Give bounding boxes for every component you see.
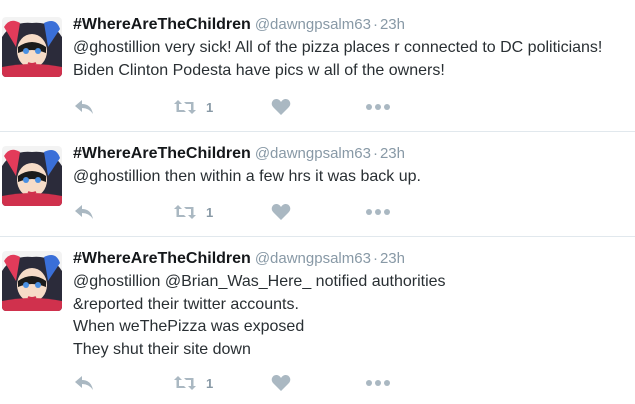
reply-icon: [75, 205, 93, 219]
reply-button[interactable]: [73, 372, 95, 394]
tweet-actions: 1: [73, 372, 413, 394]
retweet-count: 1: [206, 99, 214, 115]
tweet[interactable]: #WhereAreTheChildren @dawngpsalm63 · 23h @g…: [0, 144, 635, 224]
retweet-button[interactable]: 1: [173, 96, 213, 118]
more-button[interactable]: [365, 201, 391, 223]
tweet-text-line: They shut their site down: [73, 340, 251, 358]
tweet-text-line: When weThePizza was exposed: [73, 318, 305, 335]
avatar-image: [2, 251, 62, 311]
retweet-icon: [174, 376, 196, 390]
retweet-count: 1: [206, 204, 214, 220]
tweet[interactable]: #WhereAreTheChildren @dawngpsalm63 · 23h @g…: [0, 15, 635, 120]
reply-icon: [75, 376, 93, 390]
tweet-text-line: @ghostillion @Brian_Was_Here_ notified a…: [73, 273, 446, 290]
tweet-text-line: @ghostillion then within a few hrs it wa…: [73, 168, 421, 185]
more-button[interactable]: [365, 96, 391, 118]
handle[interactable]: @dawngpsalm63: [255, 250, 371, 267]
heart-icon: [271, 374, 291, 391]
retweet-icon: [174, 205, 196, 219]
avatar[interactable]: [2, 251, 62, 311]
avatar[interactable]: [2, 17, 62, 77]
tweet-text: @ghostillion then within a few hrs it wa…: [73, 166, 421, 189]
divider: [0, 131, 635, 132]
tweet-actions: 1: [73, 201, 413, 223]
display-name[interactable]: #WhereAreTheChildren: [73, 16, 251, 33]
more-button[interactable]: [365, 372, 391, 394]
retweet-button[interactable]: 1: [173, 372, 213, 394]
separator: ·: [372, 250, 378, 267]
timestamp[interactable]: 23h: [380, 145, 405, 162]
timestamp[interactable]: 23h: [380, 250, 405, 267]
tweet-header: #WhereAreTheChildren @dawngpsalm63 · 23h: [73, 15, 405, 35]
avatar-image: [2, 146, 62, 206]
retweet-icon: [174, 100, 196, 114]
heart-icon: [271, 98, 291, 115]
handle[interactable]: @dawngpsalm63: [255, 16, 371, 33]
tweet-text: @ghostillion very sick! All of the pizza…: [73, 37, 602, 82]
tweet-actions: 1: [73, 96, 413, 118]
tweet[interactable]: #WhereAreTheChildren @dawngpsalm63 · 23h @g…: [0, 249, 635, 399]
tweet-text-line: @ghostillion very sick! All of the pizza…: [73, 39, 603, 56]
tweet-header: #WhereAreTheChildren @dawngpsalm63 · 23h: [73, 249, 405, 269]
heart-icon: [271, 203, 291, 220]
reply-icon: [75, 100, 93, 114]
display-name[interactable]: #WhereAreTheChildren: [73, 145, 251, 162]
like-button[interactable]: [271, 96, 291, 118]
timestamp[interactable]: 23h: [380, 16, 405, 33]
display-name[interactable]: #WhereAreTheChildren: [73, 250, 251, 267]
tweet-text-line: Biden Clinton Podesta have pics w all of…: [73, 61, 445, 79]
tweet-text-line: &reported their twitter accounts.: [73, 295, 299, 313]
reply-button[interactable]: [73, 96, 95, 118]
more-icon: [366, 104, 390, 110]
tweet-text: @ghostillion @Brian_Was_Here_ notified a…: [73, 271, 446, 361]
like-button[interactable]: [271, 372, 291, 394]
separator: ·: [372, 16, 378, 33]
retweet-count: 1: [206, 375, 214, 391]
handle[interactable]: @dawngpsalm63: [255, 145, 371, 162]
avatar[interactable]: [2, 146, 62, 206]
more-icon: [366, 380, 390, 386]
tweet-header: #WhereAreTheChildren @dawngpsalm63 · 23h: [73, 144, 405, 164]
divider: [0, 236, 635, 237]
separator: ·: [372, 145, 378, 162]
avatar-image: [2, 17, 62, 77]
reply-button[interactable]: [73, 201, 95, 223]
retweet-button[interactable]: 1: [173, 201, 213, 223]
like-button[interactable]: [271, 201, 291, 223]
more-icon: [366, 209, 390, 215]
